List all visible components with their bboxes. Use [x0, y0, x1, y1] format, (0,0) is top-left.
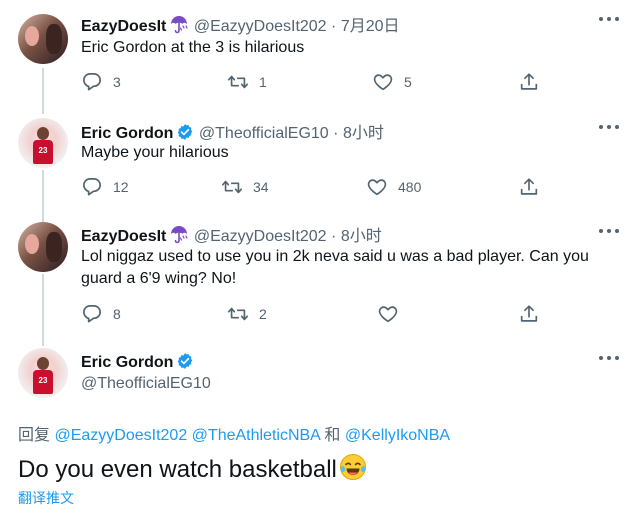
tweet-header: Eric Gordon — [81, 352, 194, 372]
reply-button[interactable]: 12 — [81, 176, 129, 198]
tweet-3[interactable]: EazyDoesIt @EazyyDoesIt202 · 8小时 Lol nig… — [0, 218, 641, 342]
verified-badge-icon — [177, 123, 194, 141]
avatar[interactable]: 23 — [18, 348, 68, 398]
tweet-header: EazyDoesIt @EazyyDoesIt202 · 7月20日 — [81, 12, 400, 36]
share-button[interactable] — [518, 303, 540, 325]
tweet-time[interactable]: 8小时 — [341, 228, 382, 245]
reply-count: 12 — [113, 179, 129, 195]
display-name[interactable]: Eric Gordon — [81, 354, 173, 371]
display-name[interactable]: EazyDoesIt — [81, 18, 166, 35]
more-icon[interactable] — [599, 356, 619, 362]
more-icon[interactable] — [599, 125, 619, 131]
user-handle[interactable]: @TheofficialEG10 — [81, 375, 211, 392]
like-count: 480 — [398, 179, 422, 195]
more-icon[interactable] — [599, 229, 619, 235]
reply-count: 3 — [113, 74, 121, 90]
main-tweet-text: Do you even watch basketball — [18, 453, 367, 484]
separator-dot: · — [333, 125, 339, 142]
reply-count: 8 — [113, 306, 121, 322]
tweet-text-line: Lol niggaz used to use you in 2k neva sa… — [81, 248, 589, 265]
avatar[interactable] — [18, 222, 68, 272]
user-handle[interactable]: @TheofficialEG10 — [199, 125, 329, 142]
separator-dot: · — [331, 228, 337, 245]
retweet-count: 34 — [253, 179, 269, 195]
tweet-actions: 12 34 480 — [81, 176, 561, 198]
umbrella-icon — [170, 225, 189, 244]
share-icon — [520, 73, 538, 90]
user-handle[interactable]: @EazyyDoesIt202 — [194, 228, 327, 245]
verified-badge-icon — [177, 352, 194, 370]
mention-link[interactable]: @EazyyDoesIt202 — [54, 427, 187, 444]
share-icon — [520, 178, 538, 195]
reply-icon — [83, 305, 101, 323]
main-tweet-text-content: Do you even watch basketball — [18, 456, 337, 483]
reply-icon — [83, 73, 101, 91]
mention-link[interactable]: @TheAthleticNBA — [192, 427, 320, 444]
separator-dot: · — [331, 18, 337, 35]
tweet-time[interactable]: 7月20日 — [341, 18, 400, 35]
tweet-actions: 3 1 5 — [81, 71, 561, 93]
tweet-time[interactable]: 8小时 — [343, 125, 384, 142]
avatar[interactable]: 23 — [18, 118, 68, 168]
reply-icon — [83, 178, 101, 196]
user-handle[interactable]: @EazyyDoesIt202 — [194, 18, 327, 35]
tweet-text: Lol niggaz used to use you in 2k neva sa… — [81, 246, 589, 290]
retweet-icon — [228, 307, 248, 321]
replying-to: 回复 @EazyyDoesIt202 @TheAthleticNBA 和 @Ke… — [18, 421, 450, 445]
reply-prefix: 回复 — [18, 427, 51, 444]
reply-button[interactable]: 8 — [81, 303, 121, 325]
tweet-header: EazyDoesIt @EazyyDoesIt202 · 8小时 — [81, 222, 382, 246]
tweet-2[interactable]: 23 Eric Gordon @TheofficialEG10 · 8小时 Ma… — [0, 110, 641, 218]
like-count: 5 — [404, 74, 412, 90]
reply-and: 和 — [324, 427, 341, 444]
tweet-actions: 8 2 — [81, 303, 561, 325]
face-with-tears-of-joy-icon — [339, 454, 366, 480]
reply-button[interactable]: 3 — [81, 71, 121, 93]
like-icon — [373, 74, 393, 91]
like-icon — [367, 179, 387, 196]
retweet-button[interactable]: 34 — [221, 176, 269, 198]
mention-link[interactable]: @KellyIkoNBA — [345, 427, 450, 444]
retweet-button[interactable]: 2 — [227, 303, 267, 325]
more-icon[interactable] — [599, 17, 619, 23]
like-button[interactable] — [377, 303, 409, 325]
tweet-header: Eric Gordon @TheofficialEG10 · 8小时 — [81, 119, 384, 143]
tweet-1[interactable]: EazyDoesIt @EazyyDoesIt202 · 7月20日 Eric … — [0, 0, 641, 110]
retweet-icon — [222, 180, 242, 194]
retweet-icon — [228, 75, 248, 89]
translate-tweet-link[interactable]: 翻译推文 — [18, 488, 74, 508]
tweet-text: Maybe your hilarious — [81, 144, 229, 161]
retweet-count: 2 — [259, 306, 267, 322]
retweet-button[interactable]: 1 — [227, 71, 267, 93]
share-button[interactable] — [518, 176, 540, 198]
user-handle-row: @TheofficialEG10 — [81, 375, 211, 393]
like-button[interactable]: 5 — [372, 71, 412, 93]
share-icon — [520, 305, 538, 322]
share-button[interactable] — [518, 71, 540, 93]
like-icon — [378, 306, 398, 323]
display-name[interactable]: EazyDoesIt — [81, 228, 166, 245]
retweet-count: 1 — [259, 74, 267, 90]
tweet-text: Eric Gordon at the 3 is hilarious — [81, 39, 305, 56]
tweet-text-line: guard a 6'9 wing? No! — [81, 270, 237, 287]
avatar[interactable] — [18, 14, 68, 64]
display-name[interactable]: Eric Gordon — [81, 125, 173, 142]
umbrella-icon — [170, 15, 189, 34]
like-button[interactable]: 480 — [366, 176, 421, 198]
